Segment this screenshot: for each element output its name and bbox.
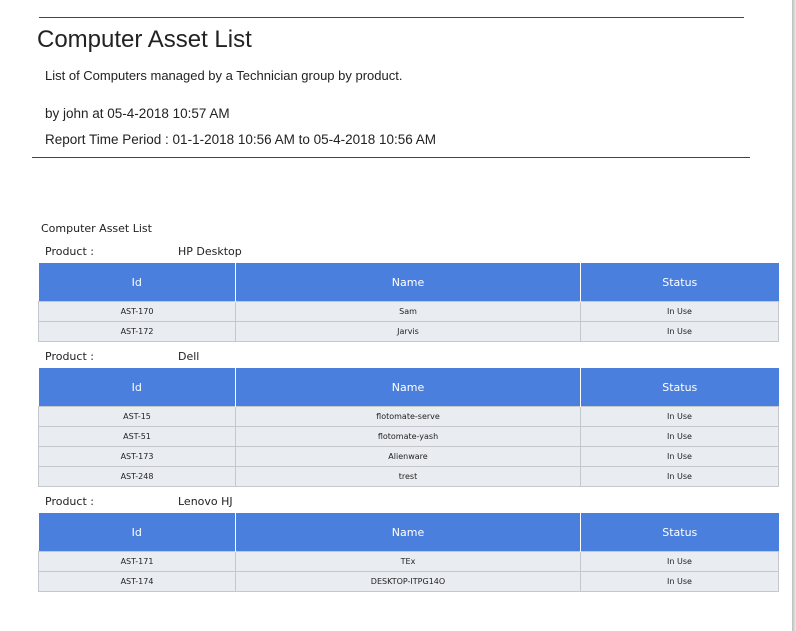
cell-name: Sam — [235, 301, 581, 322]
table-row: AST-174 DESKTOP-ITPG14O In Use — [38, 571, 779, 592]
product-header: Product : Lenovo HJ — [38, 491, 778, 513]
table-row: AST-170 Sam In Use — [38, 301, 779, 322]
cell-status: In Use — [580, 446, 779, 467]
cell-status: In Use — [580, 426, 779, 447]
column-header-name[interactable]: Name — [235, 513, 581, 552]
cell-name: trest — [235, 466, 581, 487]
report-time-period: Report Time Period : 01-1-2018 10:56 AM … — [45, 132, 436, 147]
cell-id: AST-174 — [38, 571, 236, 592]
page-edge-shadow — [792, 0, 796, 631]
table-row: AST-248 trest In Use — [38, 466, 779, 487]
cell-id: AST-15 — [38, 406, 236, 427]
product-header: Product : Dell — [38, 346, 778, 368]
table-row: AST-15 flotomate-serve In Use — [38, 406, 779, 427]
table-header-row: Id Name Status — [38, 263, 779, 302]
table-row: AST-172 Jarvis In Use — [38, 321, 779, 342]
cell-status: In Use — [580, 406, 779, 427]
product-label: Product : — [45, 245, 94, 258]
report-title: Computer Asset List — [37, 26, 252, 53]
table-header-row: Id Name Status — [38, 368, 779, 407]
cell-id: AST-248 — [38, 466, 236, 487]
cell-id: AST-173 — [38, 446, 236, 467]
table-header-row: Id Name Status — [38, 513, 779, 552]
product-name: Dell — [178, 350, 200, 363]
cell-id: AST-172 — [38, 321, 236, 342]
cell-status: In Use — [580, 551, 779, 572]
cell-id: AST-51 — [38, 426, 236, 447]
column-header-status[interactable]: Status — [580, 263, 779, 302]
column-header-name[interactable]: Name — [235, 368, 581, 407]
asset-table: Id Name Status AST-170 Sam In Use AST-17… — [38, 263, 779, 342]
product-group-lenovo-hj: Product : Lenovo HJ Id Name Status AST-1… — [38, 491, 779, 592]
column-header-status[interactable]: Status — [580, 513, 779, 552]
column-header-id[interactable]: Id — [38, 263, 236, 302]
cell-id: AST-170 — [38, 301, 236, 322]
product-group-dell: Product : Dell Id Name Status AST-15 flo… — [38, 346, 779, 487]
product-label: Product : — [45, 350, 94, 363]
report-byline: by john at 05-4-2018 10:57 AM — [45, 106, 230, 121]
cell-status: In Use — [580, 466, 779, 487]
cell-status: In Use — [580, 321, 779, 342]
cell-name: flotomate-yash — [235, 426, 581, 447]
cell-name: Alienware — [235, 446, 581, 467]
cell-name: TEx — [235, 551, 581, 572]
product-group-hp-desktop: Product : HP Desktop Id Name Status AST-… — [38, 241, 779, 342]
column-header-id[interactable]: Id — [38, 513, 236, 552]
asset-table: Id Name Status AST-171 TEx In Use AST-17… — [38, 513, 779, 592]
table-row: AST-173 Alienware In Use — [38, 446, 779, 467]
cell-id: AST-171 — [38, 551, 236, 572]
cell-status: In Use — [580, 301, 779, 322]
header-bottom-rule — [32, 157, 750, 158]
product-label: Product : — [45, 495, 94, 508]
product-name: HP Desktop — [178, 245, 242, 258]
cell-name: flotomate-serve — [235, 406, 581, 427]
column-header-id[interactable]: Id — [38, 368, 236, 407]
cell-name: Jarvis — [235, 321, 581, 342]
cell-status: In Use — [580, 571, 779, 592]
product-name: Lenovo HJ — [178, 495, 233, 508]
table-row: AST-51 flotomate-yash In Use — [38, 426, 779, 447]
table-row: AST-171 TEx In Use — [38, 551, 779, 572]
report-description: List of Computers managed by a Technicia… — [45, 68, 403, 83]
section-title: Computer Asset List — [41, 222, 152, 235]
column-header-name[interactable]: Name — [235, 263, 581, 302]
column-header-status[interactable]: Status — [580, 368, 779, 407]
header-top-rule — [39, 17, 744, 18]
asset-table: Id Name Status AST-15 flotomate-serve In… — [38, 368, 779, 487]
cell-name: DESKTOP-ITPG14O — [235, 571, 581, 592]
product-header: Product : HP Desktop — [38, 241, 778, 263]
